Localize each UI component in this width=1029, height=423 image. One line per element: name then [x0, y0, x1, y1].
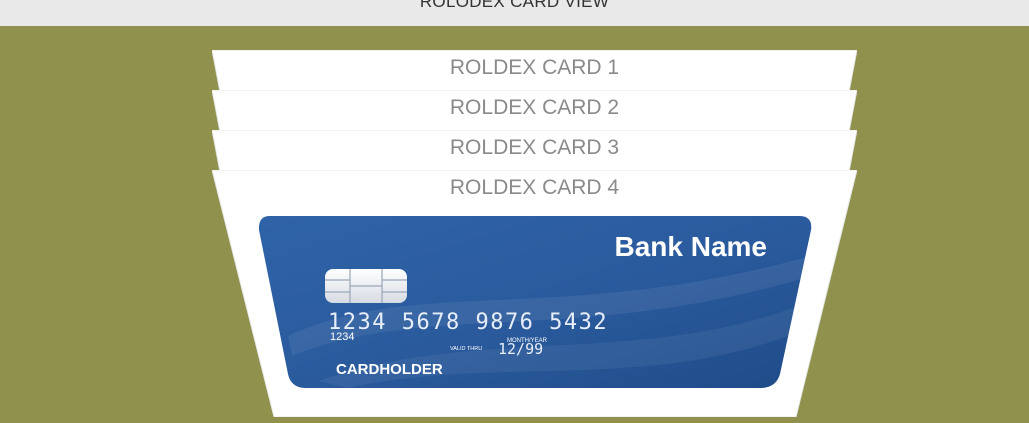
card-number: 1234 5678 9876 5432: [328, 310, 608, 335]
rolodex-card-2[interactable]: ROLDEX CARD 2: [212, 90, 857, 132]
valid-thru-label: VALID THRU: [450, 346, 482, 352]
card-label: ROLDEX CARD 1: [449, 56, 620, 79]
card-label: ROLDEX CARD 3: [449, 136, 620, 159]
credit-card-image: Bank Name 1234 5678 9876 5432 1234 VALID…: [258, 216, 813, 388]
bank-name: Bank Name: [614, 231, 767, 262]
chip-icon: [325, 269, 407, 303]
card-number-small: 1234: [330, 331, 354, 343]
card-label: ROLDEX CARD 4: [449, 176, 620, 199]
header-bar: ROLODEX CARD VIEW: [0, 0, 1029, 26]
rolodex-card-1[interactable]: ROLDEX CARD 1: [212, 50, 857, 92]
rolodex-card-3[interactable]: ROLDEX CARD 3: [212, 130, 857, 172]
rolodex-card-4[interactable]: ROLDEX CARD 4 Bank Name 1234 5678 9876 5…: [212, 170, 857, 417]
page-title: ROLODEX CARD VIEW: [419, 0, 610, 11]
card-label: ROLDEX CARD 2: [449, 96, 620, 119]
cardholder-name: CARDHOLDER: [336, 361, 443, 378]
expiry-date: 12/99: [498, 340, 543, 358]
